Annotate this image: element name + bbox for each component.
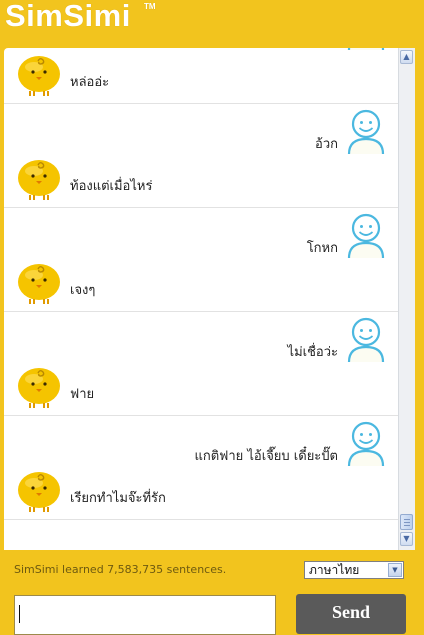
simsimi-chick-icon bbox=[16, 54, 62, 98]
logo-text: SimSimi bbox=[5, 0, 131, 33]
simsimi-chick-icon bbox=[16, 262, 62, 306]
send-button[interactable]: Send bbox=[296, 594, 406, 634]
chat-exchange: ไม่เชื่อว่ะฟาย bbox=[4, 312, 398, 416]
user-avatar-icon bbox=[346, 317, 386, 363]
scroll-thumb[interactable] bbox=[400, 514, 413, 530]
scroll-up-button[interactable]: ▲ bbox=[400, 50, 413, 64]
chat-exchange: โกหกเจงๆ bbox=[4, 208, 398, 312]
user-message: ไม่เชื่อว่ะ bbox=[287, 345, 338, 360]
user-avatar-icon bbox=[346, 213, 386, 259]
bot-message: ฟาย bbox=[70, 387, 95, 402]
user-message: แกติฟาย ไอ้เจี๊ยบ เดี๋ยะปั๊ต bbox=[194, 449, 338, 464]
user-message: โกหก bbox=[306, 241, 338, 256]
chat-exchange: แกติฟาย ไอ้เจี๊ยบ เดี๋ยะปั๊ตเรียกทำไมจ๊ะ… bbox=[4, 416, 398, 520]
simsimi-chick-icon bbox=[16, 366, 62, 410]
scroll-down-button[interactable]: ▼ bbox=[400, 532, 413, 546]
language-select[interactable]: ภาษาไทย ▼ bbox=[304, 561, 404, 579]
chat-exchange: แสน เชิงหล่ออ่ะ bbox=[4, 48, 398, 104]
language-selected-value: ภาษาไทย bbox=[309, 563, 360, 577]
bot-message: เจงๆ bbox=[70, 283, 96, 298]
simsimi-chick-icon bbox=[16, 158, 62, 202]
simsimi-chick-icon bbox=[16, 470, 62, 514]
chat-exchange: อ้วกท้องแต่เมื่อไหร่ bbox=[4, 104, 398, 208]
simsimi-logo: SimSimi TM bbox=[5, 0, 156, 34]
bot-message: ท้องแต่เมื่อไหร่ bbox=[70, 179, 153, 194]
chevron-down-icon[interactable]: ▼ bbox=[388, 563, 402, 577]
bot-message: หล่ออ่ะ bbox=[70, 75, 110, 90]
learned-count-text: SimSimi learned 7,583,735 sentences. bbox=[14, 563, 227, 576]
user-message: อ้วก bbox=[315, 137, 338, 152]
user-avatar-icon bbox=[346, 48, 386, 51]
user-message: แสน เชิง bbox=[289, 48, 338, 50]
chat-scrollbar[interactable]: ▲ ▼ bbox=[398, 48, 415, 550]
bot-message: เรียกทำไมจ๊ะที่รัก bbox=[70, 491, 166, 506]
chat-log[interactable]: แสน เชิงหล่ออ่ะอ้วกท้องแต่เมื่อไหร่โกหกเ… bbox=[4, 48, 398, 550]
user-avatar-icon bbox=[346, 421, 386, 467]
message-input[interactable] bbox=[14, 595, 276, 635]
chat-footer: SimSimi learned 7,583,735 sentences. ภาษ… bbox=[0, 550, 424, 635]
text-caret bbox=[19, 605, 20, 623]
trademark-mark: TM bbox=[144, 2, 156, 11]
user-avatar-icon bbox=[346, 109, 386, 155]
chat-messages: แสน เชิงหล่ออ่ะอ้วกท้องแต่เมื่อไหร่โกหกเ… bbox=[4, 48, 398, 520]
